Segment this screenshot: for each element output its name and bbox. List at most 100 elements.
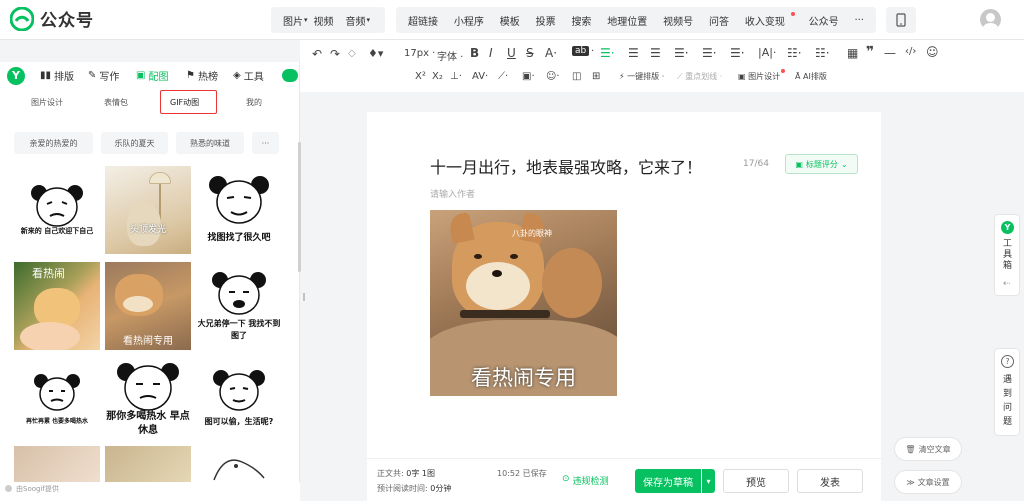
italic-icon[interactable]: I: [489, 46, 493, 60]
clear-article-button[interactable]: 🗑 清空文章: [894, 437, 962, 461]
tab-tools[interactable]: ◈ 工具: [233, 68, 264, 83]
save-dropdown-button[interactable]: ▾: [702, 469, 715, 493]
subtab-emoji[interactable]: 表情包: [104, 97, 128, 108]
subscript-icon[interactable]: X₂: [432, 71, 443, 82]
logo[interactable]: 公众号: [10, 6, 94, 31]
font-size-select[interactable]: 17px ·: [404, 48, 435, 59]
underline-icon[interactable]: U: [507, 46, 516, 60]
chip-tag-3[interactable]: 熟悉的味道: [176, 132, 244, 154]
monetize[interactable]: 收入变现: [739, 13, 791, 28]
gif-item-12[interactable]: [196, 446, 282, 484]
shop-icon[interactable]: ⊞: [592, 71, 600, 82]
chip-tag-2[interactable]: 乐队的夏天: [101, 132, 168, 154]
gif-item-5[interactable]: 看热闹专用: [105, 262, 191, 350]
emoji-icon[interactable]: ☺: [926, 45, 939, 59]
insert-miniprogram[interactable]: 小程序: [448, 13, 490, 28]
divider-icon[interactable]: —: [884, 46, 896, 60]
gif-item-3[interactable]: 找图找了很久吧: [196, 166, 282, 254]
subtab-mine[interactable]: 我的: [246, 97, 262, 108]
redo-icon[interactable]: ↷: [330, 47, 340, 61]
gif-item-11[interactable]: [105, 446, 191, 484]
tab-images[interactable]: ▣ 配图: [136, 68, 168, 83]
article-title[interactable]: 十一月出行，地表最强攻略，它来了！: [430, 154, 702, 178]
publish-button[interactable]: 发表: [797, 469, 863, 493]
key-line[interactable]: ⟋ 重点划线 ·: [677, 71, 722, 82]
align-justify-icon[interactable]: ☰·: [674, 46, 689, 60]
align-center-icon[interactable]: ☰: [628, 46, 639, 60]
font-color-icon[interactable]: A·: [545, 46, 557, 60]
insert-account[interactable]: 公众号: [803, 13, 845, 28]
bold-icon[interactable]: B: [470, 46, 479, 60]
ordered-list-icon[interactable]: ☷·: [815, 46, 830, 60]
insert-link[interactable]: 超链接: [402, 13, 444, 28]
char-spacing-icon[interactable]: AV·: [472, 71, 488, 82]
ai-layout[interactable]: Ā AI排版: [795, 71, 827, 82]
plugin-toggle[interactable]: [282, 69, 298, 82]
table-icon[interactable]: ▦: [847, 46, 858, 60]
chip-tag-1[interactable]: 亲爱的热爱的: [14, 132, 93, 154]
save-draft-button[interactable]: 保存为草稿: [635, 469, 701, 493]
strike-icon[interactable]: S: [526, 46, 534, 60]
chip-more[interactable]: ···: [252, 132, 279, 154]
phone-preview-button[interactable]: [886, 7, 916, 33]
clear-format-icon[interactable]: ⟋·: [498, 71, 508, 82]
left-panel: Y ▮▮ 排版 ✎ 写作 ▣ 配图 ⚑ 热榜 ◈ 工具 图片设计 表情包 GIF动图 我的…: [0, 62, 301, 501]
tab-layout[interactable]: ▮▮ 排版: [40, 68, 74, 83]
subtab-gif[interactable]: GIF动图: [170, 97, 199, 108]
image-insert-icon[interactable]: ▣·: [522, 71, 535, 82]
image-design[interactable]: ▣ 图片设计: [738, 69, 786, 82]
insert-channels[interactable]: 视频号: [657, 13, 699, 28]
eraser-icon[interactable]: ◇: [348, 48, 356, 59]
panel-scrollbar[interactable]: [298, 142, 301, 272]
line-spacing-icon[interactable]: ☰·: [730, 46, 745, 60]
toolbox-dock[interactable]: Y 工 具 箱 ⇠: [994, 214, 1020, 296]
panel-collapse-handle[interactable]: ‖: [300, 282, 308, 310]
gif-item-1[interactable]: 新来的 自己欢迎下自己: [14, 166, 100, 254]
list-icon[interactable]: ☷·: [787, 46, 802, 60]
font-family-select[interactable]: 字体 ·: [437, 48, 463, 63]
insert-location[interactable]: 地理位置: [601, 13, 653, 28]
gif-item-7[interactable]: 再忙再累 也要多喝热水: [14, 354, 100, 442]
help-dock[interactable]: ? 遇 到 问 题: [994, 348, 1020, 436]
gif-item-10[interactable]: [14, 446, 100, 484]
more-button[interactable]: ···: [848, 15, 870, 26]
insert-vote[interactable]: 投票: [530, 13, 562, 28]
superscript-icon[interactable]: X²: [415, 71, 426, 82]
undo-icon[interactable]: ↶: [312, 47, 322, 61]
article-image[interactable]: 八卦的眼神 看热闹专用: [430, 210, 617, 396]
subtab-image-design[interactable]: 图片设计: [31, 97, 63, 108]
one-click-layout[interactable]: ⚡ 一键排版 ·: [619, 71, 664, 82]
tab-tools-label: 工具: [243, 72, 264, 83]
emoji2-icon[interactable]: ☺·: [546, 71, 560, 82]
wechat-logo-icon: [10, 6, 34, 31]
highlight-icon[interactable]: ab: [572, 46, 590, 56]
insert-video[interactable]: 视频: [308, 13, 340, 28]
gif-item-2[interactable]: 头顶发光: [105, 166, 191, 254]
indent-icon[interactable]: ☰·: [702, 46, 717, 60]
align-left-icon[interactable]: ☰·: [600, 46, 615, 60]
violation-check-button[interactable]: ⊙ 违规检测: [562, 474, 609, 487]
highlight-dropdown[interactable]: ·: [591, 46, 594, 57]
author-input[interactable]: 请输入作者: [430, 187, 475, 200]
insert-qa[interactable]: 问答: [703, 13, 735, 28]
code-icon[interactable]: ‹/›: [905, 46, 916, 57]
preview-button[interactable]: 预览: [723, 469, 789, 493]
quote-icon[interactable]: ❞: [866, 44, 874, 60]
insert-template[interactable]: 模板: [494, 13, 526, 28]
letter-spacing-icon[interactable]: |A|·: [758, 46, 776, 59]
tab-hot[interactable]: ⚑ 热榜: [186, 68, 218, 83]
tab-write[interactable]: ✎ 写作: [88, 68, 119, 83]
gif-item-8[interactable]: 那你多喝热水 早点休息: [105, 354, 191, 442]
avatar[interactable]: [980, 9, 1001, 30]
product-icon[interactable]: ◫: [572, 71, 581, 82]
gif-item-9[interactable]: 图可以偷，生活呢?: [196, 354, 282, 442]
insert-search[interactable]: 搜索: [565, 13, 597, 28]
format-painter-icon[interactable]: ♦▾: [368, 47, 383, 60]
article-settings-button[interactable]: ≫ 文章设置: [894, 470, 962, 494]
font-size-value: 17px: [404, 48, 429, 59]
align-right-icon[interactable]: ☰: [650, 46, 661, 60]
first-indent-icon[interactable]: ⊥·: [450, 71, 462, 82]
gif-item-6[interactable]: 大兄弟停一下 我找不到图了: [196, 262, 282, 350]
title-score-button[interactable]: ▣ 标题评分 ⌄: [785, 154, 858, 174]
gif-item-4[interactable]: 看热闹: [14, 262, 100, 350]
